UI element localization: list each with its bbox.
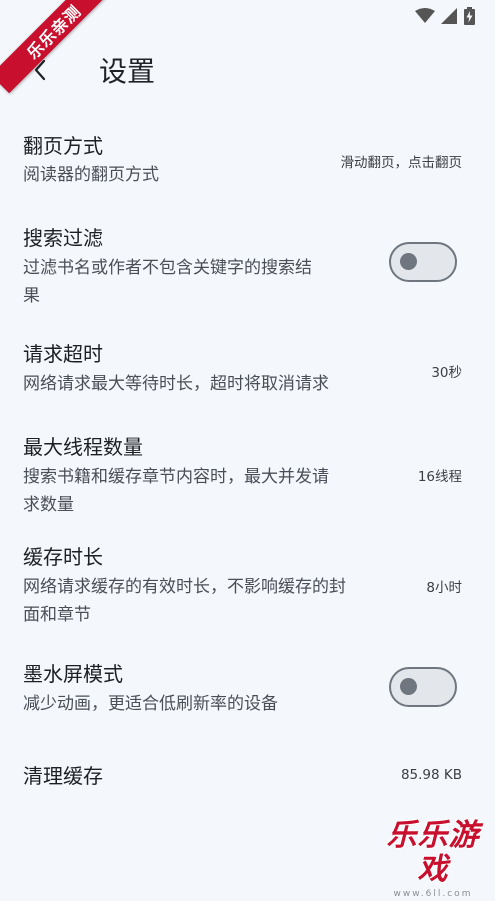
setting-title: 最大线程数量	[23, 435, 143, 459]
toggle-knob	[400, 678, 417, 695]
setting-description-continued: 面和章节	[23, 605, 91, 625]
page-title: 设置	[99, 55, 156, 88]
setting-search-filter[interactable]: 搜索过滤 过滤书名或作者不包含关键字的搜索结 果	[0, 216, 495, 312]
setting-description: 阅读器的翻页方式	[23, 165, 159, 185]
signal-icon	[441, 8, 458, 28]
setting-request-timeout[interactable]: 请求超时 网络请求最大等待时长，超时将取消请求 30秒	[0, 332, 495, 408]
setting-value: 16线程	[417, 469, 462, 485]
setting-description: 网络请求最大等待时长，超时将取消请求	[23, 374, 329, 394]
watermark-url: www.6ll.com	[393, 889, 473, 899]
toggle-knob	[400, 253, 417, 270]
setting-description: 减少动画，更适合低刷新率的设备	[23, 694, 278, 714]
status-icons	[415, 7, 475, 29]
setting-value: 85.98 KB	[400, 767, 462, 783]
setting-value: 8小时	[426, 580, 462, 596]
app-bar: 设置	[0, 44, 495, 102]
wifi-icon	[415, 8, 435, 28]
battery-charging-icon	[464, 7, 475, 29]
watermark-text: 乐乐游戏	[386, 818, 480, 887]
setting-eink-mode[interactable]: 墨水屏模式 减少动画，更适合低刷新率的设备	[0, 652, 495, 728]
bottom-watermark: 乐乐游戏 www.6ll.com	[373, 819, 493, 900]
setting-title: 清理缓存	[23, 764, 103, 788]
setting-description-continued: 果	[23, 286, 40, 306]
setting-value: 滑动翻页，点击翻页	[340, 155, 463, 171]
setting-title: 翻页方式	[23, 134, 103, 158]
setting-page-turn-mode[interactable]: 翻页方式 阅读器的翻页方式 滑动翻页，点击翻页	[0, 124, 495, 200]
setting-description-continued: 求数量	[23, 495, 74, 515]
setting-title: 搜索过滤	[23, 226, 103, 250]
setting-max-threads[interactable]: 最大线程数量 搜索书籍和缓存章节内容时，最大并发请 求数量 16线程	[0, 425, 495, 521]
search-filter-toggle[interactable]	[389, 242, 457, 282]
setting-clear-cache[interactable]: 清理缓存 85.98 KB	[0, 754, 495, 804]
setting-description: 过滤书名或作者不包含关键字的搜索结	[23, 258, 312, 278]
setting-title: 墨水屏模式	[23, 662, 123, 686]
setting-description: 搜索书籍和缓存章节内容时，最大并发请	[23, 467, 329, 487]
setting-description: 网络请求缓存的有效时长，不影响缓存的封	[23, 577, 346, 597]
setting-title: 请求超时	[23, 342, 103, 366]
eink-mode-toggle[interactable]	[389, 667, 457, 707]
setting-value: 30秒	[431, 365, 462, 381]
setting-title: 缓存时长	[23, 545, 103, 569]
setting-cache-duration[interactable]: 缓存时长 网络请求缓存的有效时长，不影响缓存的封 面和章节 8小时	[0, 535, 495, 631]
